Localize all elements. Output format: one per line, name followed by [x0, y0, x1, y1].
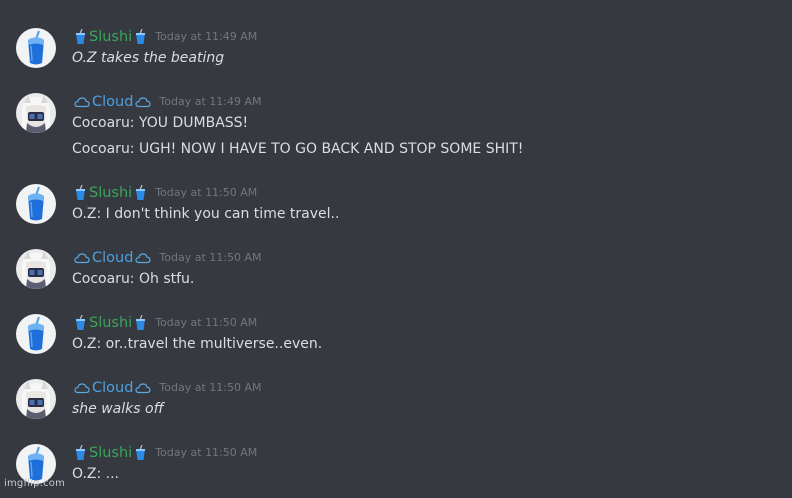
message-header: Slushi Today at 11:50 AM: [72, 312, 257, 332]
message-header: Slushi Today at 11:49 AM: [72, 26, 257, 46]
cloud-icon: [135, 252, 152, 263]
message-text: O.Z: I don't think you can time travel..: [72, 206, 340, 222]
avatar[interactable]: [16, 184, 56, 224]
cloud-icon: [74, 382, 90, 393]
username[interactable]: Cloud: [92, 92, 133, 112]
message-text: Cocoaru: Oh stfu.: [72, 271, 195, 287]
avatar[interactable]: [16, 93, 56, 133]
message-text: Cocoaru: YOU DUMBASS!: [72, 115, 249, 131]
avatar[interactable]: [16, 28, 56, 68]
cup-with-straw-icon: [136, 314, 146, 330]
slushie-cup-icon: [28, 30, 44, 65]
cup-with-straw-icon: [136, 444, 146, 460]
cup-with-straw-icon: [76, 28, 85, 44]
slushie-cup-icon: [28, 316, 44, 351]
avatar[interactable]: [16, 379, 56, 419]
message-header: Slushi Today at 11:50 AM: [72, 182, 257, 202]
message-group: Slushi Today at 11:50 AM O.Z: I don't th…: [0, 182, 792, 238]
timestamp[interactable]: Today at 11:49 AM: [159, 92, 261, 112]
cloud-icon: [135, 382, 152, 393]
message-text: O.Z: or..travel the multiverse..even.: [72, 336, 323, 352]
username[interactable]: Slushi: [89, 183, 132, 203]
cloud-icon: [74, 96, 90, 107]
username[interactable]: Cloud: [92, 378, 133, 398]
cup-with-straw-icon: [136, 28, 146, 44]
message-text: O.Z: ...: [72, 466, 120, 482]
message-group: Cloud Today at 11:50 AM Cocoaru: Oh stfu…: [0, 247, 792, 303]
username[interactable]: Cloud: [92, 248, 133, 268]
username[interactable]: Slushi: [89, 443, 132, 463]
avatar[interactable]: [16, 249, 56, 289]
message-group: Slushi Today at 11:50 AM O.Z: ...: [0, 442, 792, 498]
message-group: Cloud Today at 11:49 AM Cocoaru: YOU DUM…: [0, 91, 792, 157]
message-text: Cocoaru: UGH! NOW I HAVE TO GO BACK AND …: [72, 141, 524, 157]
message-group: Cloud Today at 11:50 AM she walks off: [0, 377, 792, 433]
timestamp[interactable]: Today at 11:50 AM: [155, 313, 257, 333]
cup-with-straw-icon: [76, 314, 85, 330]
timestamp[interactable]: Today at 11:49 AM: [155, 27, 257, 47]
message-text: O.Z takes the beating: [72, 50, 225, 66]
anime-character-icon: [22, 251, 50, 289]
timestamp[interactable]: Today at 11:50 AM: [159, 378, 261, 398]
timestamp[interactable]: Today at 11:50 AM: [155, 443, 257, 463]
cup-with-straw-icon: [76, 444, 85, 460]
message-header: Cloud Today at 11:50 AM: [72, 377, 262, 397]
message-header: Slushi Today at 11:50 AM: [72, 442, 257, 462]
message-header: Cloud Today at 11:50 AM: [72, 247, 262, 267]
username[interactable]: Slushi: [89, 27, 132, 47]
timestamp[interactable]: Today at 11:50 AM: [159, 248, 261, 268]
message-text: she walks off: [72, 401, 164, 417]
username[interactable]: Slushi: [89, 313, 132, 333]
avatar[interactable]: [16, 314, 56, 354]
cup-with-straw-icon: [76, 184, 85, 200]
cup-with-straw-icon: [136, 184, 146, 200]
anime-character-icon: [22, 95, 50, 133]
anime-character-icon: [22, 381, 50, 419]
message-header: Cloud Today at 11:49 AM: [72, 91, 262, 111]
message-group: Slushi Today at 11:49 AM O.Z takes the b…: [0, 26, 792, 82]
cloud-icon: [135, 96, 152, 107]
slushie-cup-icon: [28, 186, 44, 221]
cloud-icon: [74, 252, 90, 263]
message-group: Slushi Today at 11:50 AM O.Z: or..travel…: [0, 312, 792, 368]
imgflip-watermark: imgflip.com: [4, 478, 66, 489]
timestamp[interactable]: Today at 11:50 AM: [155, 183, 257, 203]
